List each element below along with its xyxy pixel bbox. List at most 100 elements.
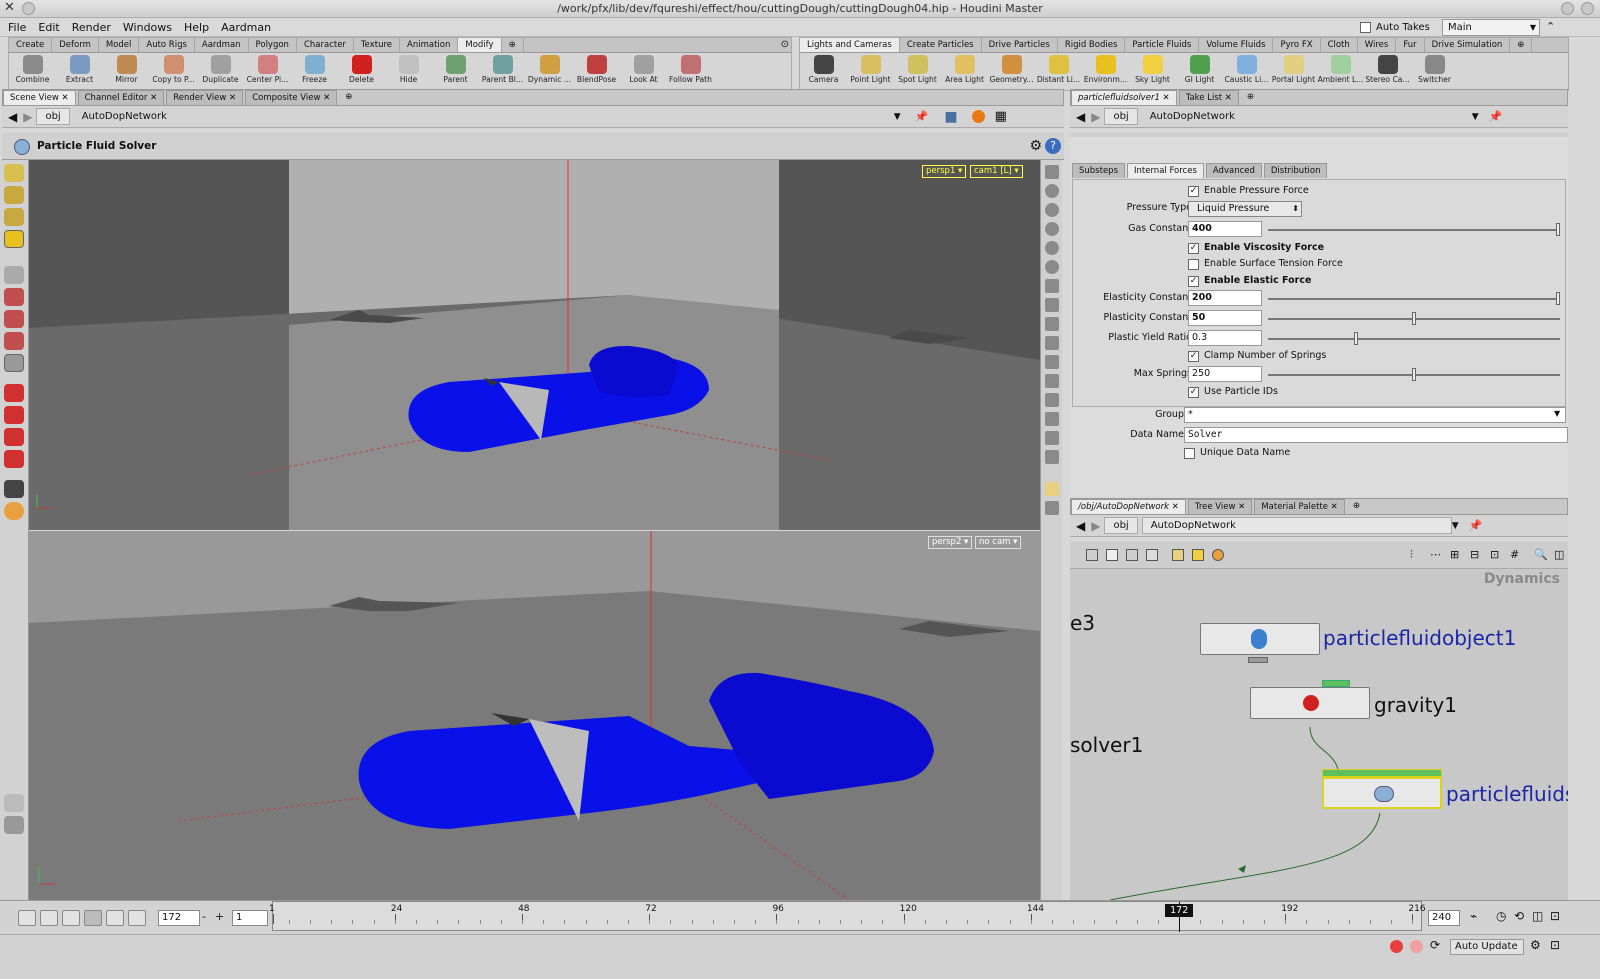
shelf-right-tab-7[interactable]: Cloth [1321, 38, 1358, 52]
menu-aardman[interactable]: Aardman [221, 21, 271, 34]
shelf-left-tool-12[interactable]: BlendPose [573, 53, 620, 91]
sim-cache-icon[interactable]: ⟲ [1514, 909, 1524, 923]
data-name-field[interactable]: Solver [1184, 427, 1568, 443]
node-particlefluidsolver1[interactable] [1322, 777, 1442, 809]
shelf-left-tool-2[interactable]: Mirror [103, 53, 150, 91]
use-ids-checkbox[interactable]: ✓ [1188, 387, 1199, 398]
shelf-left-tab-3[interactable]: Auto Rigs [139, 38, 195, 52]
numbers-icon[interactable] [1044, 317, 1059, 331]
subtab-substeps[interactable]: Substeps [1072, 163, 1125, 178]
ghost-icon[interactable] [1044, 260, 1059, 274]
active-tool-icon[interactable] [4, 230, 24, 248]
paint-tool-icon[interactable] [4, 208, 24, 226]
tab-scene-view[interactable]: Scene View ✕ [3, 90, 76, 105]
shelf-right-tool-2[interactable]: Spot Light [894, 53, 941, 91]
shelf-left-tab-0[interactable]: Create [9, 38, 53, 52]
viewport-top[interactable]: persp1 ▾ cam1 [L] ▾ [29, 160, 1040, 530]
stop-icon[interactable] [84, 910, 102, 926]
shelf-right-tab-5[interactable]: Volume Fluids [1199, 38, 1274, 52]
path-obj[interactable]: obj [36, 108, 70, 125]
viewport-bottom-cam-select[interactable]: no cam ▾ [975, 536, 1022, 549]
path-dropdown-icon[interactable]: ▼ [894, 112, 901, 122]
elasticity-field[interactable]: 200 [1188, 290, 1262, 306]
zoom-icon[interactable]: 🔍 [1534, 548, 1548, 561]
shelf-right-tab-8[interactable]: Wires [1358, 38, 1397, 52]
layout-icon[interactable]: ⫶ [1410, 548, 1413, 562]
camera-icon[interactable] [4, 816, 24, 834]
tab-composite-view[interactable]: Composite View ✕ [245, 90, 338, 105]
grid-icon[interactable] [1044, 393, 1059, 407]
gas-constant-slider[interactable] [1268, 223, 1560, 236]
pointer-icon[interactable] [4, 266, 24, 284]
scale-icon[interactable] [4, 332, 24, 350]
magnet3-icon[interactable] [4, 428, 24, 446]
render-sphere-icon[interactable] [971, 110, 985, 123]
viewport-bottom-camera-menu[interactable]: persp2 ▾ [928, 536, 973, 549]
connect-icon[interactable]: ⋯ [1430, 548, 1441, 561]
shelf-right-tool-9[interactable]: Caustic Li... [1223, 53, 1270, 91]
node-gravity1[interactable] [1250, 687, 1370, 719]
pose-icon[interactable] [4, 480, 24, 498]
pressure-type-select[interactable]: Liquid Pressure ⬍ [1188, 201, 1302, 217]
select-tool-icon[interactable] [4, 164, 24, 182]
help-icon[interactable]: ? [1045, 138, 1061, 154]
sticky-note-icon[interactable] [1172, 549, 1184, 561]
decrement-icon[interactable]: - [202, 910, 206, 923]
add-tab-icon[interactable]: ⊕ [339, 90, 358, 105]
auto-takes-checkbox[interactable] [1360, 22, 1371, 33]
grid-mode-icon[interactable] [1126, 549, 1138, 561]
lighting-icon[interactable] [1044, 222, 1059, 236]
subtab-advanced[interactable]: Advanced [1205, 163, 1262, 178]
add-tab-icon[interactable]: ⊕ [1241, 90, 1260, 105]
menu-windows[interactable]: Windows [123, 21, 172, 34]
back-arrow-icon[interactable]: ◀ [8, 110, 17, 124]
back-arrow-icon[interactable]: ◀ [1076, 110, 1085, 124]
enable-surface-tension-checkbox[interactable] [1188, 259, 1199, 270]
shelf-right-tab-9[interactable]: Fur [1396, 38, 1425, 52]
shelf-left-tool-7[interactable]: Delete [338, 53, 385, 91]
gas-constant-field[interactable]: 400 [1188, 221, 1262, 237]
normals-icon[interactable] [1044, 298, 1059, 312]
update-mode-select[interactable]: Auto Update [1450, 939, 1524, 955]
increment-icon[interactable]: + [215, 910, 224, 923]
add-tab-icon[interactable]: ⊕ [1347, 499, 1366, 514]
shelf-right-tab-1[interactable]: Create Particles [900, 38, 982, 52]
enable-pressure-checkbox[interactable]: ✓ [1188, 186, 1199, 197]
shelf-left-tool-5[interactable]: Center Pi... [244, 53, 291, 91]
shelf-right-tool-7[interactable]: Sky Light [1129, 53, 1176, 91]
subtab-distribution[interactable]: Distribution [1263, 163, 1328, 178]
forward-arrow-icon[interactable]: ▶ [1091, 519, 1100, 533]
shelf-left-tool-0[interactable]: Combine [9, 53, 56, 91]
shelf-left-tool-13[interactable]: Look At [620, 53, 667, 91]
uv-icon[interactable] [1044, 374, 1059, 388]
subtab-internal-forces[interactable]: Internal Forces [1127, 163, 1204, 178]
handles-icon[interactable]: ⚙ [1029, 138, 1042, 154]
render-globe-icon[interactable] [4, 502, 24, 520]
minimize-icon[interactable] [1561, 2, 1574, 15]
note-icon[interactable] [1192, 549, 1204, 561]
magnet-icon[interactable] [4, 384, 24, 402]
shelf-right-tab-2[interactable]: Drive Particles [982, 38, 1058, 52]
back-arrow-icon[interactable]: ◀ [1076, 519, 1085, 533]
tab-tree-view[interactable]: Tree View ✕ [1187, 499, 1253, 514]
group-field[interactable]: * [1184, 407, 1566, 423]
shelf-left-tool-8[interactable]: Hide [385, 53, 432, 91]
yield-field[interactable]: 0.3 [1188, 330, 1262, 346]
shelf-left-tool-1[interactable]: Extract [56, 53, 103, 91]
shelf-left-tab-8[interactable]: Animation [400, 38, 459, 52]
handle-icon[interactable] [4, 354, 24, 372]
max-springs-field[interactable]: 250 [1188, 366, 1262, 382]
node-solver-inputs[interactable] [1322, 769, 1442, 777]
shelf-right-tool-4[interactable]: Geometry... [988, 53, 1035, 91]
translate-icon[interactable] [4, 288, 24, 306]
group-dropdown-icon[interactable]: ▼ [1554, 409, 1560, 418]
unique-data-name-checkbox[interactable] [1184, 448, 1195, 459]
enable-viscosity-checkbox[interactable]: ✓ [1188, 243, 1199, 254]
auto-takes[interactable]: Auto Takes [1360, 19, 1430, 36]
display-options-icon[interactable] [1044, 165, 1059, 179]
point-display-icon[interactable] [1044, 279, 1059, 293]
shelf-right-tab-3[interactable]: Rigid Bodies [1058, 38, 1126, 52]
tab-material-palette[interactable]: Material Palette ✕ [1254, 499, 1345, 514]
shelf-left-tab-5[interactable]: Polygon [249, 38, 297, 52]
plasticity-field[interactable]: 50 [1188, 310, 1262, 326]
